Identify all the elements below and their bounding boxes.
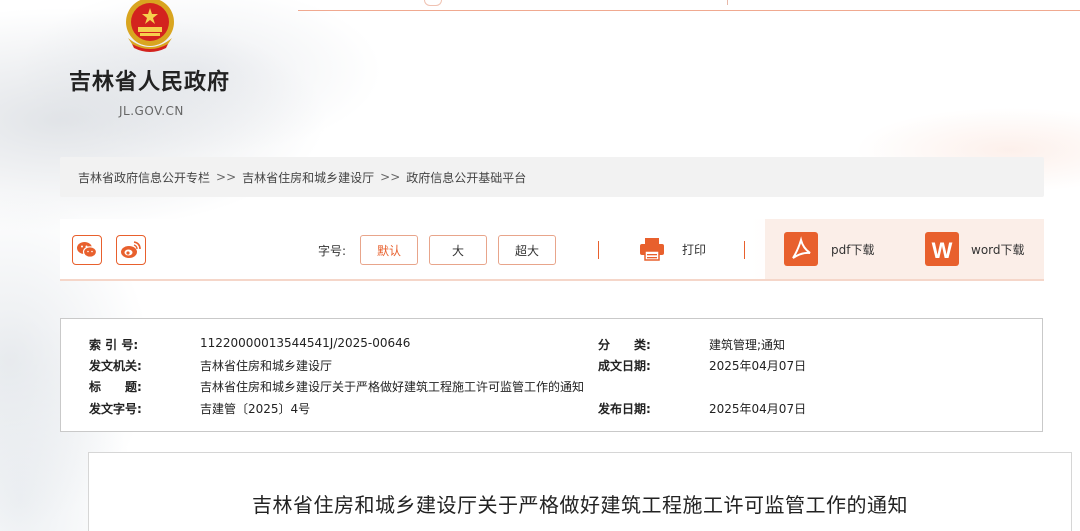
breadcrumb-separator: >>	[380, 170, 401, 184]
created-date-label: 成文日期:	[598, 359, 651, 373]
breadcrumb-separator: >>	[216, 170, 237, 184]
category-value: 建筑管理;通知	[709, 338, 786, 352]
top-divider	[298, 10, 1080, 11]
national-emblem-icon	[126, 0, 174, 52]
wechat-share-button[interactable]	[72, 235, 102, 265]
word-download-button[interactable]: word下载	[971, 241, 1025, 258]
breadcrumb-item-platform[interactable]: 政府信息公开基础平台	[406, 169, 526, 186]
document-metadata: 索 引 号: 11220000013544541J/2025-00646 分 类…	[60, 318, 1043, 432]
toolbar: 字号: 默认 大 超大 打印 pdf下载 W word下载	[60, 219, 1044, 281]
toolbar-separator	[598, 241, 599, 259]
category-label: 分 类:	[598, 338, 651, 352]
pdf-download-button[interactable]: pdf下载	[831, 241, 874, 258]
document-number-label: 发文字号:	[89, 402, 142, 416]
svg-text:W: W	[932, 238, 953, 263]
font-size-large-button[interactable]: 大	[429, 235, 487, 265]
print-button[interactable]: 打印	[682, 241, 706, 258]
font-size-xlarge-button[interactable]: 超大	[498, 235, 556, 265]
top-divider-tick	[727, 0, 728, 5]
weibo-icon	[121, 241, 141, 258]
weibo-share-button[interactable]	[116, 235, 146, 265]
title-label: 标 题:	[89, 380, 142, 394]
created-date-value: 2025年04月07日	[709, 359, 807, 373]
breadcrumb: 吉林省政府信息公开专栏 >> 吉林省住房和城乡建设厅 >> 政府信息公开基础平台	[60, 157, 1044, 197]
document-body: 吉林省住房和城乡建设厅关于严格做好建筑工程施工许可监管工作的通知	[88, 452, 1072, 531]
pdf-icon[interactable]	[784, 232, 818, 266]
font-size-label: 字号:	[318, 244, 347, 258]
published-date-value: 2025年04月07日	[709, 402, 807, 416]
printer-icon[interactable]	[638, 235, 666, 263]
word-icon[interactable]: W	[925, 232, 959, 266]
site-domain: JL.GOV.CN	[119, 104, 184, 118]
font-size-default-button[interactable]: 默认	[360, 235, 418, 265]
issuer-value: 吉林省住房和城乡建设厅	[200, 359, 333, 373]
site-title[interactable]: 吉林省人民政府	[69, 64, 230, 96]
title-value: 吉林省住房和城乡建设厅关于严格做好建筑工程施工许可监管工作的通知	[200, 380, 585, 394]
breadcrumb-item-info-portal[interactable]: 吉林省政府信息公开专栏	[78, 169, 210, 186]
breadcrumb-item-housing-dept[interactable]: 吉林省住房和城乡建设厅	[242, 169, 374, 186]
document-number-value: 吉建管〔2025〕4号	[200, 402, 311, 416]
published-date-label: 发布日期:	[598, 402, 651, 416]
issuer-label: 发文机关:	[89, 359, 142, 373]
index-number-label: 索 引 号:	[89, 338, 139, 352]
wechat-icon	[77, 242, 98, 258]
toolbar-separator	[744, 241, 745, 259]
index-number-value: 11220000013544541J/2025-00646	[200, 336, 411, 350]
document-title: 吉林省住房和城乡建设厅关于严格做好建筑工程施工许可监管工作的通知	[252, 493, 908, 517]
